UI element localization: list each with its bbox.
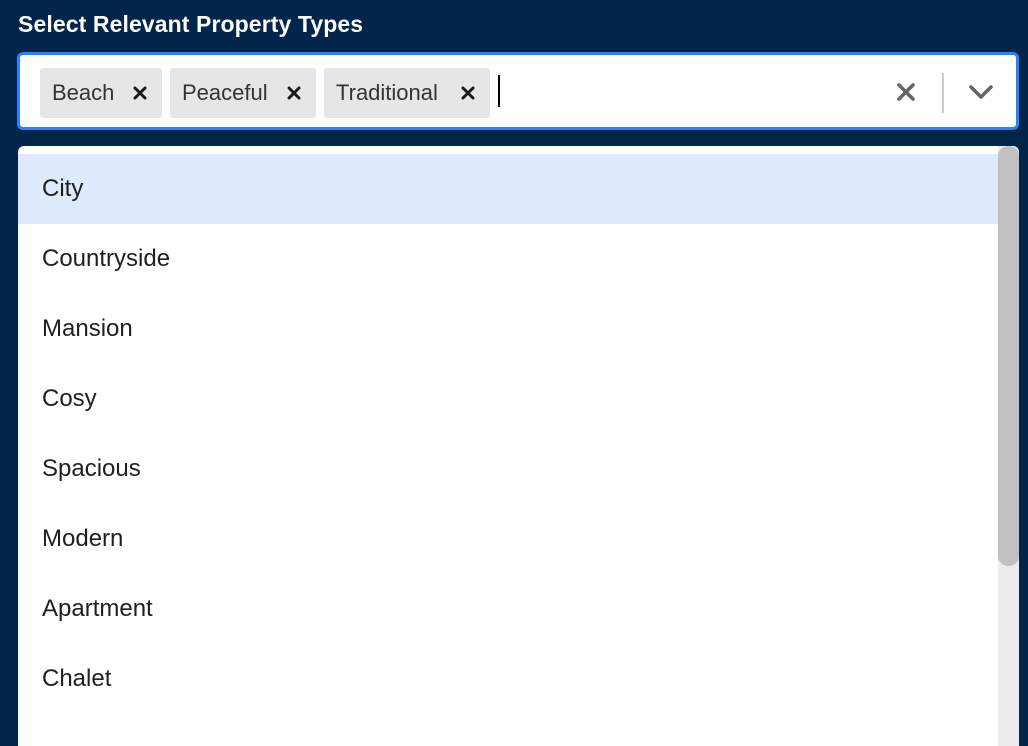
selected-chip-peaceful: Peaceful xyxy=(170,68,316,118)
chevron-down-icon xyxy=(969,85,993,99)
options-menu: City Countryside Mansion Cosy Spacious M… xyxy=(18,146,1019,746)
option-spacious[interactable]: Spacious xyxy=(18,434,998,504)
chip-label: Traditional xyxy=(336,80,438,105)
chip-label: Peaceful xyxy=(182,80,268,105)
close-icon xyxy=(287,86,301,100)
dropdown-toggle-button[interactable] xyxy=(956,67,1006,117)
remove-beach-button[interactable] xyxy=(118,68,162,118)
chip-label: Beach xyxy=(52,80,115,105)
selected-chip-beach: Beach xyxy=(40,68,162,118)
close-icon xyxy=(897,83,915,101)
menu-scrollbar[interactable] xyxy=(998,146,1019,746)
close-icon xyxy=(461,86,475,100)
property-type-select[interactable]: Beach Peaceful Traditional xyxy=(17,52,1019,130)
option-countryside[interactable]: Countryside xyxy=(18,224,998,294)
option-modern[interactable]: Modern xyxy=(18,504,998,574)
option-mansion[interactable]: Mansion xyxy=(18,294,998,364)
options-list: City Countryside Mansion Cosy Spacious M… xyxy=(18,154,998,714)
field-label: Select Relevant Property Types xyxy=(18,11,364,37)
text-cursor[interactable] xyxy=(498,75,500,107)
indicator-separator xyxy=(942,73,944,113)
clear-all-button[interactable] xyxy=(884,67,928,117)
remove-traditional-button[interactable] xyxy=(446,68,490,118)
selected-chip-traditional: Traditional xyxy=(324,68,490,118)
option-cosy[interactable]: Cosy xyxy=(18,364,998,434)
scrollbar-thumb[interactable] xyxy=(998,146,1019,566)
option-city[interactable]: City xyxy=(18,154,998,224)
option-apartment[interactable]: Apartment xyxy=(18,574,998,644)
option-chalet[interactable]: Chalet xyxy=(18,644,998,714)
remove-peaceful-button[interactable] xyxy=(272,68,316,118)
close-icon xyxy=(133,86,147,100)
